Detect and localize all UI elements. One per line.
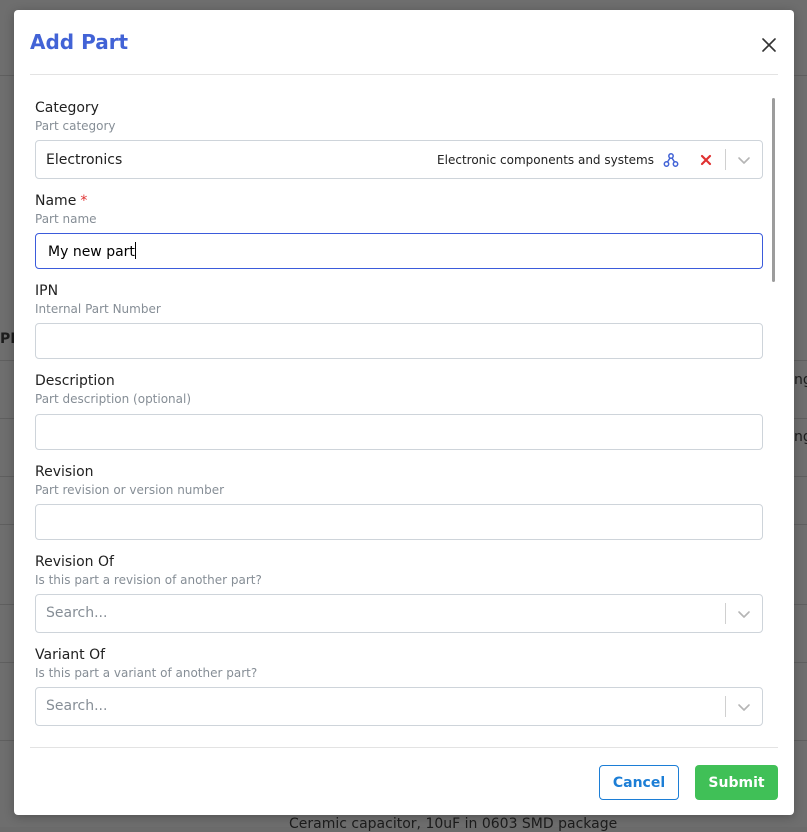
revision-label: Revision (35, 464, 94, 480)
name-label-row: Name * (35, 193, 763, 210)
name-input-value-wrap: My new part (48, 242, 136, 260)
description-description: Part description (optional) (35, 392, 192, 406)
background-cell-text: ng (794, 429, 807, 445)
ipn-field: IPN Internal Part Number (35, 283, 763, 359)
revision-of-field: Revision Of Is this part a revision of a… (35, 554, 763, 633)
category-label: Category (35, 100, 99, 116)
submit-button[interactable]: Submit (695, 765, 778, 800)
revision-of-placeholder: Search... (46, 605, 108, 621)
dialog-header: Add Part (14, 10, 794, 76)
clear-icon[interactable] (698, 152, 714, 168)
category-description: Part category (35, 119, 116, 133)
revision-of-description: Is this part a revision of another part? (35, 573, 262, 587)
variant-of-placeholder: Search... (46, 698, 108, 714)
name-input[interactable]: My new part (35, 233, 763, 269)
name-description: Part name (35, 212, 97, 226)
revision-of-select[interactable]: Search... (35, 594, 763, 633)
footer-divider (30, 747, 778, 748)
dialog-body[interactable]: Category Part category Electronics Elect… (14, 76, 794, 746)
scrollbar[interactable] (772, 98, 775, 282)
close-icon (762, 38, 776, 52)
variant-of-select[interactable]: Search... (35, 687, 763, 726)
name-input-value: My new part (48, 244, 135, 260)
ipn-input[interactable] (35, 323, 763, 359)
variant-of-label: Variant Of (35, 647, 106, 663)
required-marker: * (80, 193, 88, 209)
header-divider (30, 74, 778, 75)
chevron-down-icon[interactable] (736, 606, 752, 622)
category-select[interactable]: Electronics Electronic components and sy… (35, 140, 763, 179)
name-field: Name * Part name My new part (35, 193, 763, 269)
chevron-down-icon[interactable] (736, 699, 752, 715)
background-cell-text: Ceramic capacitor, 10uF in 0603 SMD pack… (289, 816, 618, 832)
category-field: Category Part category Electronics Elect… (35, 100, 763, 179)
description-label: Description (35, 373, 115, 389)
cancel-button[interactable]: Cancel (599, 765, 679, 800)
add-part-dialog: Add Part Category Part category Electron… (14, 10, 794, 815)
description-input[interactable] (35, 414, 763, 450)
select-separator (725, 149, 726, 170)
revision-input[interactable] (35, 504, 763, 540)
sitemap-icon[interactable] (663, 152, 679, 168)
ipn-label: IPN (35, 283, 59, 299)
select-separator (725, 603, 726, 624)
category-hint: Electronic components and systems (437, 153, 654, 167)
text-caret (134, 242, 136, 259)
chevron-down-icon[interactable] (736, 152, 752, 168)
ipn-description: Internal Part Number (35, 302, 161, 316)
category-value: Electronics (46, 152, 123, 168)
dialog-title: Add Part (30, 30, 129, 54)
revision-field: Revision Part revision or version number (35, 464, 763, 540)
description-field: Description Part description (optional) (35, 373, 763, 450)
revision-of-label: Revision Of (35, 554, 114, 570)
close-button[interactable] (756, 32, 782, 58)
revision-description: Part revision or version number (35, 483, 225, 497)
background-cell-text: ng (794, 372, 807, 388)
name-label: Name (35, 193, 77, 209)
select-separator (725, 696, 726, 717)
variant-of-field: Variant Of Is this part a variant of ano… (35, 647, 763, 726)
variant-of-description: Is this part a variant of another part? (35, 666, 258, 680)
